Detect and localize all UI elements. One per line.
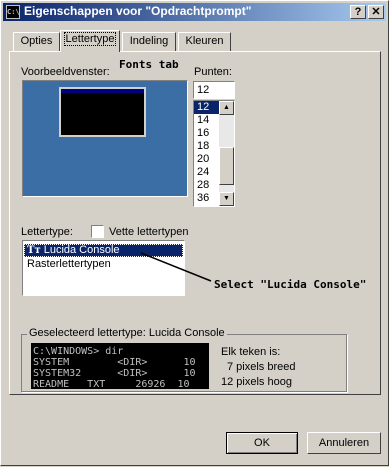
console-line: README TXT 26926 10 — [33, 379, 190, 389]
selected-font-legend: Geselecteerd lettertype: Lucida Console — [27, 327, 227, 339]
console-line: C:\WINDOWS> dir — [33, 346, 124, 357]
properties-dialog: C:\ Eigenschappen voor "Opdrachtprompt" … — [0, 0, 389, 466]
console-line: SYSTEM <DIR> 10 — [33, 357, 196, 368]
console-sample: C:\WINDOWS> dir SYSTEM <DIR> 10 SYSTEM32… — [31, 343, 209, 389]
annotation-select-lucida: Select "Lucida Console" — [214, 278, 367, 291]
console-line: SYSTEM32 <DIR> 10 — [33, 368, 196, 379]
tab-lettertype[interactable]: Lettertype — [60, 30, 120, 52]
cancel-button[interactable]: Annuleren — [307, 432, 381, 454]
char-heading: Elk teken is: — [221, 346, 281, 358]
char-height: 12 pixels hoog — [221, 376, 292, 388]
char-width: 7 pixels breed — [227, 361, 296, 373]
ok-button[interactable]: OK — [226, 432, 298, 454]
annotation-arrow — [140, 252, 212, 282]
tab-lettertype-label: Lettertype — [63, 32, 117, 46]
